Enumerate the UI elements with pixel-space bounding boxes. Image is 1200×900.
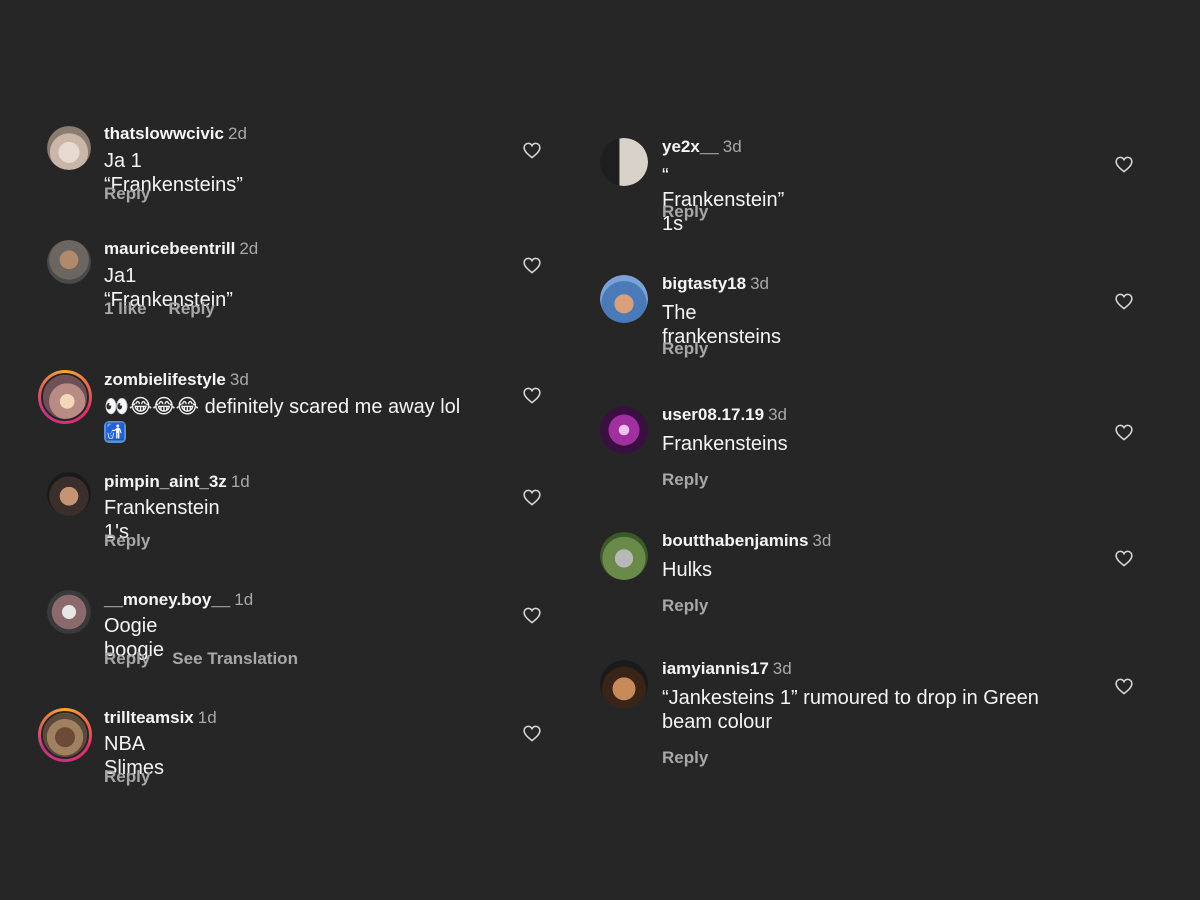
username[interactable]: ye2x__ <box>662 137 719 156</box>
avatar[interactable] <box>600 406 648 454</box>
emoji: 🚮 <box>104 421 126 443</box>
comment-text: “Jankesteins 1” rumoured to drop in Gree… <box>662 687 1039 733</box>
timestamp: 3d <box>812 531 832 550</box>
username[interactable]: pimpin_aint_3z <box>104 472 227 491</box>
timestamp: 3d <box>722 137 742 156</box>
reply-button[interactable]: Reply <box>169 299 215 318</box>
username[interactable]: __money.boy__ <box>104 590 230 609</box>
timestamp: 1d <box>197 708 217 727</box>
reply-button[interactable]: Reply <box>662 470 708 489</box>
username[interactable]: bigtasty18 <box>662 274 746 293</box>
timestamp: 1d <box>230 472 250 491</box>
like-count[interactable]: 1 like <box>104 299 147 318</box>
heart-outline-icon[interactable] <box>523 387 541 404</box>
avatar[interactable] <box>38 370 92 424</box>
username[interactable]: trillteamsix <box>104 708 194 727</box>
heart-outline-icon[interactable] <box>1115 678 1133 695</box>
reply-button[interactable]: Reply <box>104 649 150 668</box>
heart-outline-icon[interactable] <box>523 257 541 274</box>
timestamp: 1d <box>234 590 254 609</box>
reply-button[interactable]: Reply <box>104 184 150 203</box>
comment-text: 👀😂😂😂 definitely scared me away lol 🚮 <box>104 394 504 443</box>
reply-button[interactable]: Reply <box>104 767 150 786</box>
heart-outline-icon[interactable] <box>1115 293 1133 310</box>
comment-text: Frankensteins <box>662 433 788 455</box>
username[interactable]: zombielifestyle <box>104 370 226 389</box>
avatar[interactable] <box>38 708 92 762</box>
timestamp: 2d <box>227 124 247 143</box>
avatar[interactable] <box>47 126 91 170</box>
reply-button[interactable]: Reply <box>104 531 150 550</box>
username[interactable]: thatslowwcivic <box>104 124 224 143</box>
reply-button[interactable]: Reply <box>662 339 708 358</box>
reply-button[interactable]: Reply <box>662 596 708 615</box>
avatar[interactable] <box>47 472 91 516</box>
timestamp: 3d <box>229 370 249 389</box>
heart-outline-icon[interactable] <box>523 489 541 506</box>
avatar[interactable] <box>47 590 91 634</box>
comment-text-body: definitely scared me away lol <box>204 396 461 418</box>
reply-button[interactable]: Reply <box>662 202 708 221</box>
avatar[interactable] <box>600 660 648 708</box>
username[interactable]: user08.17.19 <box>662 405 764 424</box>
heart-outline-icon[interactable] <box>1115 424 1133 441</box>
timestamp: 3d <box>772 659 792 678</box>
username[interactable]: boutthabenjamins <box>662 531 808 550</box>
timestamp: 3d <box>768 405 788 424</box>
timestamp: 3d <box>750 274 770 293</box>
avatar[interactable] <box>600 275 648 323</box>
heart-outline-icon[interactable] <box>523 607 541 624</box>
timestamp: 2d <box>239 239 259 258</box>
heart-outline-icon[interactable] <box>1115 156 1133 173</box>
comment-text: “ Frankenstein” 1s <box>662 165 785 235</box>
reply-button[interactable]: Reply <box>662 748 708 767</box>
comment-text: Hulks <box>662 559 713 581</box>
heart-outline-icon[interactable] <box>523 142 541 159</box>
see-translation-button[interactable]: See Translation <box>172 649 298 668</box>
avatar[interactable] <box>600 138 648 186</box>
heart-outline-icon[interactable] <box>1115 550 1133 567</box>
username[interactable]: mauricebeentrill <box>104 239 235 258</box>
username[interactable]: iamyiannis17 <box>662 659 769 678</box>
emoji: 👀😂😂😂 <box>104 394 200 418</box>
avatar[interactable] <box>600 532 648 580</box>
heart-outline-icon[interactable] <box>523 725 541 742</box>
avatar[interactable] <box>47 240 91 284</box>
